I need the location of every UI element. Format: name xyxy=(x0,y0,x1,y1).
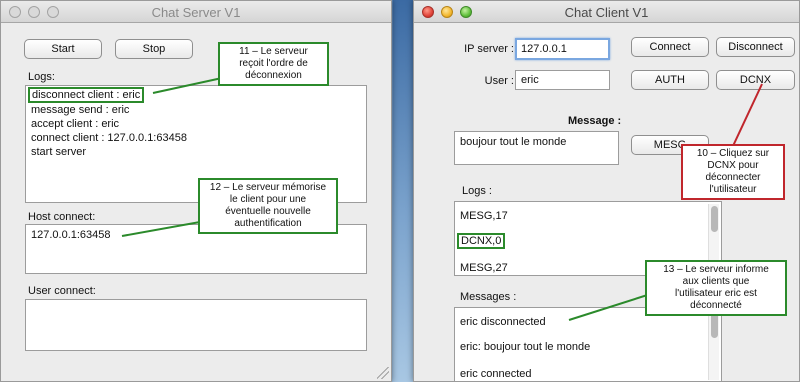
stop-button[interactable]: Stop xyxy=(115,39,193,59)
messages-label: Messages : xyxy=(460,291,517,303)
message-list-item: eric disconnected xyxy=(460,316,546,328)
client-titlebar[interactable]: Chat Client V1 xyxy=(414,1,799,23)
host-connect-label: Host connect: xyxy=(28,211,96,223)
server-log-line: accept client : eric xyxy=(31,118,120,130)
message-textarea[interactable]: boujour tout le monde xyxy=(454,131,619,165)
server-log-line: start server xyxy=(31,146,87,158)
resize-grip-icon[interactable] xyxy=(377,367,389,379)
user-connect-label: User connect: xyxy=(28,285,96,297)
server-logs-label: Logs: xyxy=(28,71,55,83)
logs-scroll-thumb[interactable] xyxy=(711,206,718,232)
client-log-line: MESG,27 xyxy=(460,262,508,274)
server-titlebar[interactable]: Chat Server V1 xyxy=(1,1,391,23)
disconnect-button[interactable]: Disconnect xyxy=(716,37,795,57)
auth-button[interactable]: AUTH xyxy=(631,70,709,90)
dcnx-button[interactable]: DCNX xyxy=(716,70,795,90)
user-connect-area[interactable] xyxy=(25,299,367,351)
start-button[interactable]: Start xyxy=(24,39,102,59)
ip-server-input[interactable] xyxy=(515,38,610,60)
ip-server-label: IP server : xyxy=(464,43,514,55)
message-text: boujour tout le monde xyxy=(460,136,567,148)
annotation-13: 13 – Le serveur informe aux clients que … xyxy=(645,260,787,316)
client-logs-label: Logs : xyxy=(462,185,492,197)
message-list-item: eric: boujour tout le monde xyxy=(460,341,591,353)
user-label: User : xyxy=(484,75,514,87)
desktop-background xyxy=(393,0,413,382)
messages-scrollbar[interactable] xyxy=(708,310,719,380)
client-log-line: DCNX,0 xyxy=(457,233,506,249)
message-label: Message : xyxy=(568,115,622,127)
messages-area[interactable]: eric disconnected eric: boujour tout le … xyxy=(454,307,722,381)
connect-button[interactable]: Connect xyxy=(631,37,709,57)
server-log-line: message send : eric xyxy=(31,104,130,116)
client-window-title: Chat Client V1 xyxy=(564,5,649,20)
client-log-line: MESG,17 xyxy=(460,210,508,222)
host-list-item: 127.0.0.1:63458 xyxy=(31,229,111,241)
annotation-12: 12 – Le serveur mémorise le client pour … xyxy=(198,178,338,234)
annotation-11: 11 – Le serveur reçoit l'ordre de déconn… xyxy=(218,42,329,86)
server-log-line: connect client : 127.0.0.1:63458 xyxy=(31,132,187,144)
server-log-line: disconnect client : eric xyxy=(28,87,145,103)
annotation-10: 10 – Cliquez sur DCNX pour déconnecter l… xyxy=(681,144,785,200)
message-list-item: eric connected xyxy=(460,368,532,380)
user-input[interactable] xyxy=(515,70,610,90)
server-window-title: Chat Server V1 xyxy=(151,5,241,20)
